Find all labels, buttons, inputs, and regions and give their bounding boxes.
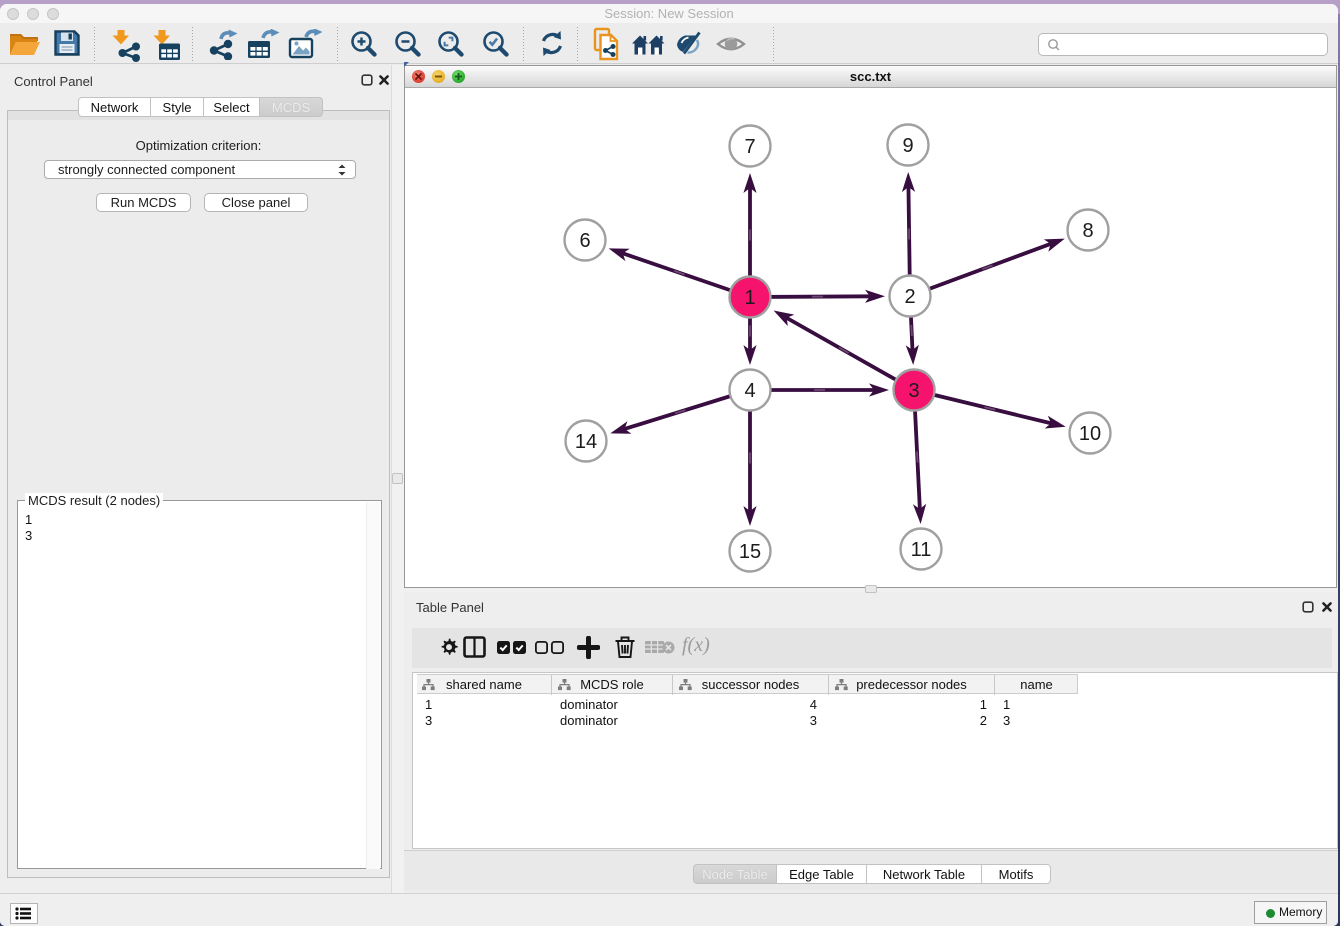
svg-text:1: 1: [744, 287, 755, 309]
svg-text:6: 6: [579, 230, 590, 252]
svg-text:2: 2: [904, 286, 915, 308]
svg-text:15: 15: [739, 541, 761, 563]
svg-text:11: 11: [911, 539, 932, 561]
svg-text:4: 4: [744, 380, 755, 402]
svg-text:3: 3: [908, 380, 919, 402]
svg-text:8: 8: [1082, 220, 1093, 242]
svg-text:14: 14: [575, 431, 597, 453]
svg-text:9: 9: [902, 135, 913, 157]
svg-text:7: 7: [744, 136, 755, 158]
svg-text:10: 10: [1079, 423, 1101, 445]
